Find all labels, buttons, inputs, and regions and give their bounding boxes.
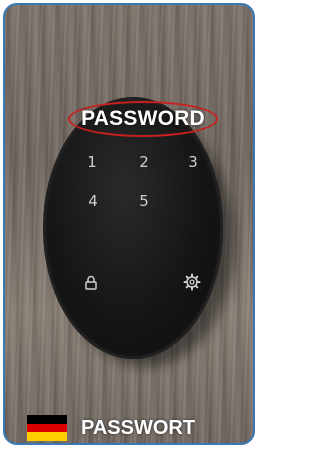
key-5: 5 [139, 192, 149, 210]
key-2: 2 [139, 153, 149, 171]
passwort-label: PASSWORT [81, 416, 196, 439]
password-label: PASSWORD [81, 107, 205, 130]
key-1: 1 [87, 153, 97, 171]
product-image-frame: 1 2 3 4 5 PASSWORD PASSWORT [3, 3, 255, 445]
language-caption: PASSWORT [27, 415, 196, 442]
gear-icon [183, 273, 201, 291]
key-3: 3 [188, 153, 198, 171]
key-4: 4 [88, 192, 98, 210]
lock-icon [85, 275, 97, 290]
password-highlight-ellipse: PASSWORD [68, 101, 218, 137]
german-flag-icon [27, 415, 67, 442]
